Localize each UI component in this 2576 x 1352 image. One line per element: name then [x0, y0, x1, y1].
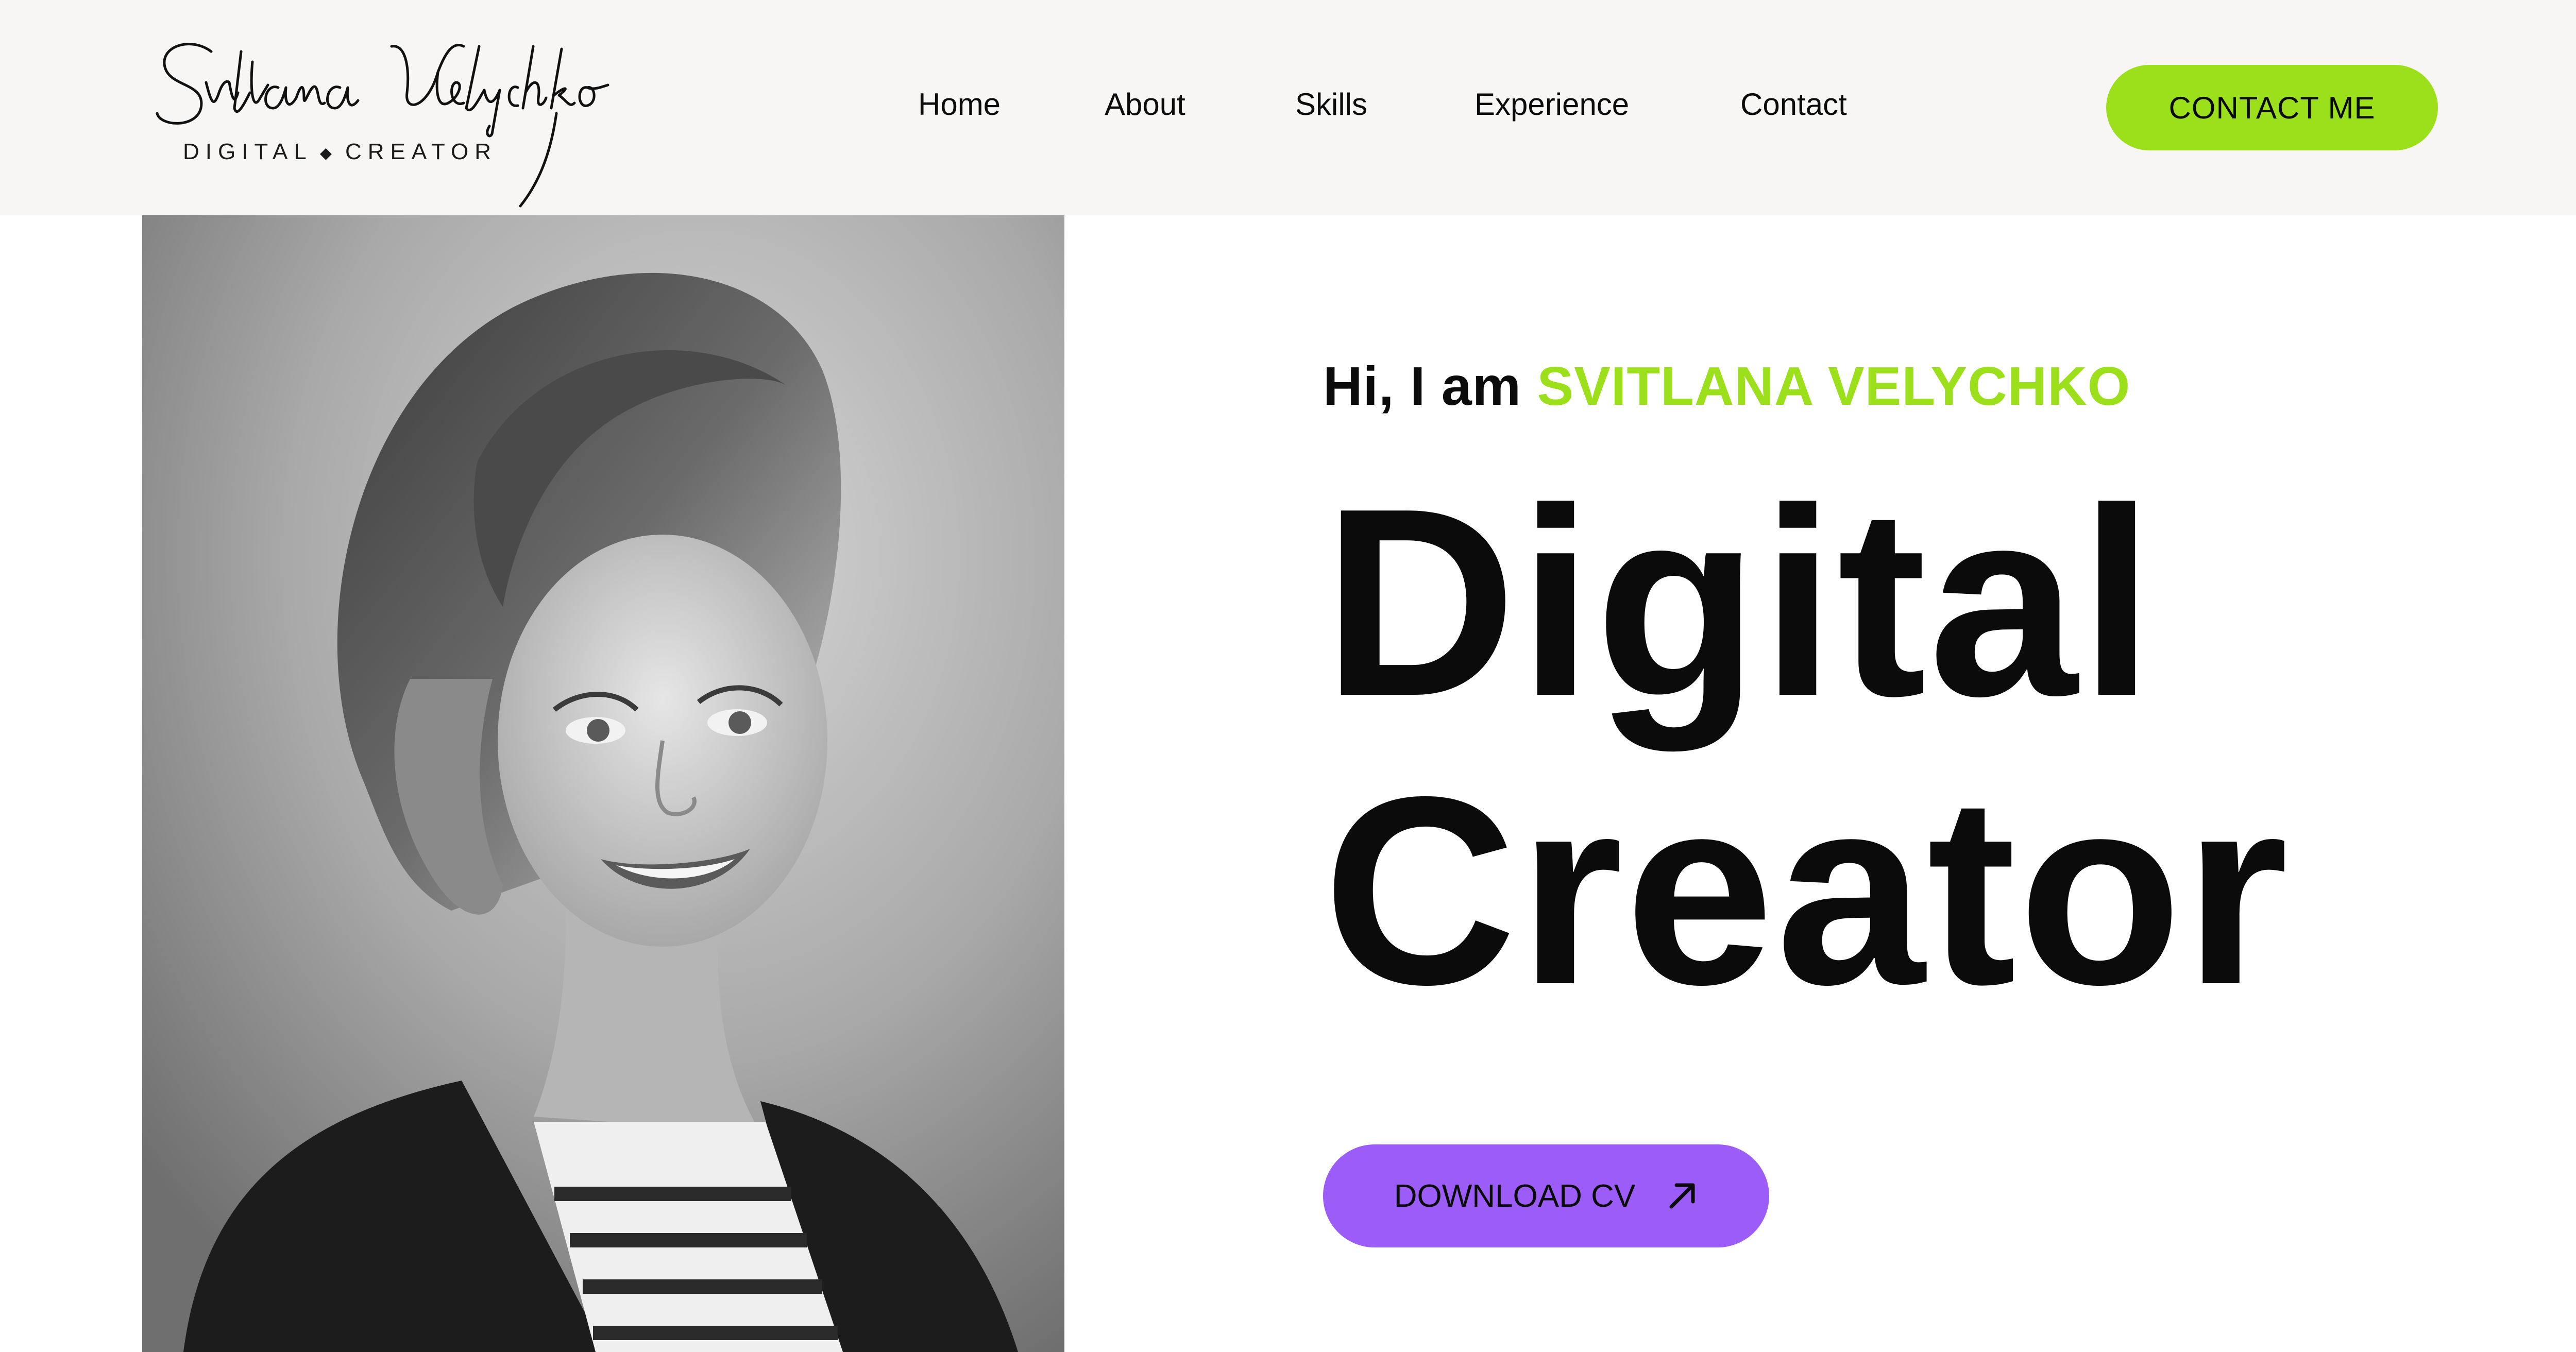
greeting-prefix: Hi, I am — [1323, 356, 1522, 417]
portrait-photo — [142, 215, 1064, 1352]
tagline-creator: CREATOR — [345, 139, 498, 164]
nav-about[interactable]: About — [1105, 87, 1185, 122]
nav-skills[interactable]: Skills — [1295, 87, 1367, 122]
portrait-illustration — [142, 215, 1064, 1352]
nav-experience[interactable]: Experience — [1475, 87, 1629, 122]
download-cv-label: DOWNLOAD CV — [1394, 1178, 1636, 1214]
nav-home[interactable]: Home — [918, 87, 1001, 122]
contact-me-button[interactable]: CONTACT ME — [2106, 65, 2438, 150]
arrow-up-right-icon — [1666, 1180, 1698, 1212]
logo[interactable]: DIGITAL ◆ CREATOR — [149, 31, 665, 208]
tagline-digital: DIGITAL — [182, 139, 313, 164]
signature-flourish — [519, 112, 558, 208]
download-cv-button[interactable]: DOWNLOAD CV — [1323, 1144, 1769, 1247]
diamond-icon: ◆ — [319, 144, 338, 162]
nav-contact[interactable]: Contact — [1740, 87, 1847, 122]
site-header: DIGITAL ◆ CREATOR Home About Skills Experi… — [0, 0, 2576, 215]
signature-logo-graphic — [156, 43, 609, 138]
logo-tagline: DIGITAL ◆ CREATOR — [149, 139, 531, 165]
greeting-name: SVITLANA VELYCHKO — [1537, 356, 2131, 417]
headline-line-1: Digital — [1323, 453, 2156, 752]
hero-headline: Digital Creator — [1323, 458, 2290, 1035]
hero-greeting: Hi, I am SVITLANA VELYCHKO — [1323, 355, 2130, 418]
headline-line-2: Creator — [1323, 741, 2291, 1040]
